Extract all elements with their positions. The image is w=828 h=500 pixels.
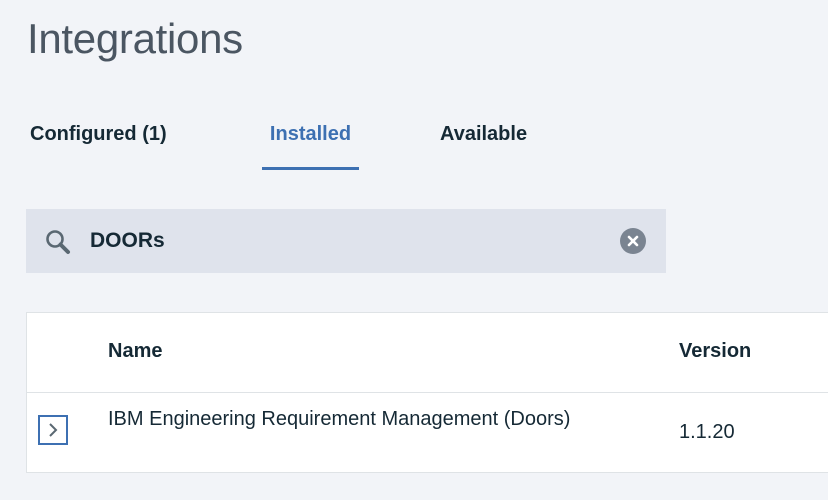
chevron-right-icon — [49, 423, 58, 437]
table-header-row: Name Version — [27, 313, 828, 393]
table-row[interactable]: IBM Engineering Requirement Management (… — [27, 393, 828, 473]
column-header-version[interactable]: Version — [679, 340, 751, 363]
search-icon — [44, 228, 72, 256]
page-title: Integrations — [27, 15, 243, 62]
tab-installed[interactable]: Installed — [262, 118, 359, 170]
search-input[interactable] — [90, 223, 610, 259]
expand-row-button[interactable] — [38, 415, 68, 445]
integration-version: 1.1.20 — [679, 421, 735, 443]
search-bar — [26, 209, 666, 273]
integrations-table: Name Version IBM Engineering Requirement… — [26, 312, 828, 473]
integration-name: IBM Engineering Requirement Management (… — [108, 408, 571, 430]
clear-search-icon[interactable] — [620, 228, 646, 254]
tab-available[interactable]: Available — [440, 118, 527, 170]
column-header-name[interactable]: Name — [108, 340, 162, 363]
tab-configured[interactable]: Configured (1) — [30, 118, 167, 170]
